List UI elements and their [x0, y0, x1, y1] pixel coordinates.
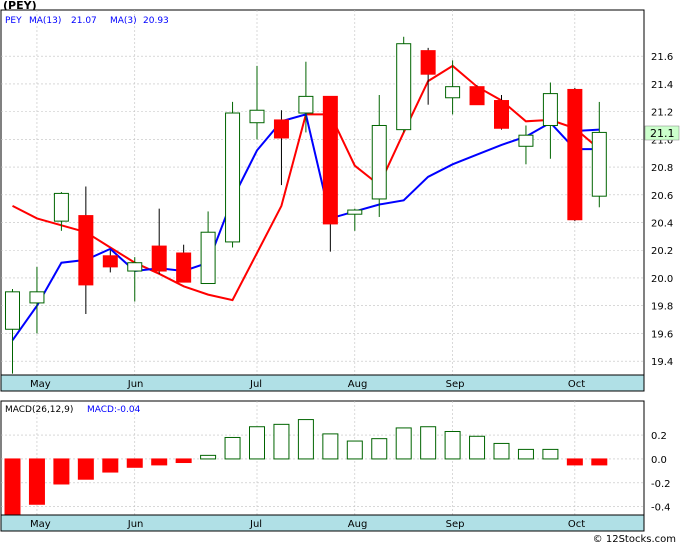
macd-bar — [4, 458, 21, 517]
ma3-label: MA(3) — [110, 16, 137, 26]
price-panel — [0, 9, 645, 392]
ma13-value: 21.07 — [71, 16, 97, 26]
candle-body — [469, 86, 485, 106]
candle-body — [371, 124, 387, 200]
macd-bar — [200, 454, 217, 460]
candle-body — [518, 134, 534, 147]
copyright-text: © 12Stocks.com — [593, 534, 676, 545]
price-y-tick-label: 20.6 — [651, 191, 673, 202]
price-month-label: May — [30, 379, 51, 390]
candle-body — [542, 93, 558, 126]
candle-body — [200, 231, 216, 285]
macd-bar — [420, 426, 437, 460]
macd-month-label: Sep — [446, 519, 465, 530]
candle-body — [176, 252, 192, 283]
macd-month-label: May — [30, 519, 51, 530]
candle-body — [29, 291, 45, 304]
macd-bar — [322, 433, 339, 460]
candle-body — [102, 255, 118, 268]
candle-body — [396, 43, 412, 131]
macd-bar — [224, 436, 241, 460]
price-y-tick-label: 19.6 — [651, 329, 673, 340]
price-month-label: Oct — [568, 379, 585, 390]
last-price-tag: 21.1 — [650, 127, 675, 140]
candle-body — [322, 95, 338, 225]
macd-bar — [249, 426, 265, 460]
macd-label: MACD(26,12,9) — [5, 405, 73, 415]
macd-panel — [0, 400, 645, 532]
candle-body — [127, 262, 143, 272]
macd-month-label: Oct — [568, 519, 585, 530]
macd-bar — [175, 458, 192, 464]
price-month-label: Sep — [446, 379, 465, 390]
macd-month-label: Jul — [249, 519, 262, 530]
macd-bar — [591, 458, 608, 466]
macd-bar — [297, 419, 314, 460]
price-y-tick-label: 20.2 — [651, 246, 673, 257]
macd-bar — [542, 448, 559, 460]
macd-bar — [28, 458, 45, 505]
macd-bar — [566, 458, 583, 466]
candle-body — [445, 86, 461, 99]
price-y-tick-label: 20.0 — [651, 274, 673, 285]
macd-bar — [444, 431, 461, 460]
candle-body — [347, 209, 363, 215]
price-y-tick-label: 21.2 — [651, 108, 673, 119]
macd-month-label: Aug — [348, 519, 368, 530]
ma13-label: MA(13) — [29, 16, 61, 26]
last-price-tag-group: 21.1 — [644, 125, 680, 141]
macd-y-tick-label: -0.2 — [651, 479, 671, 490]
macd-bar — [77, 458, 94, 480]
macd-bar — [53, 458, 70, 485]
candle-body — [567, 88, 583, 221]
candle-body — [591, 131, 607, 197]
candle-body — [249, 109, 265, 124]
candle-body — [298, 95, 314, 114]
price-y-tick-label: 21.6 — [651, 52, 673, 63]
price-month-label: Aug — [348, 379, 368, 390]
macd-y-axis: -0.4 -0.2 0.0 0.2 — [651, 431, 671, 514]
price-y-tick-label: 20.8 — [651, 163, 673, 174]
candle-body — [151, 245, 167, 272]
price-y-tick-label: 21.4 — [651, 80, 673, 91]
candle-body — [420, 50, 436, 75]
macd-bar — [126, 458, 143, 468]
price-month-label: Jun — [127, 379, 144, 390]
candle-body — [494, 100, 509, 129]
macd-bar — [371, 438, 388, 460]
macd-value: MACD:-0.04 — [87, 405, 141, 415]
candle-body — [78, 215, 94, 286]
chart-title: (PEY) — [3, 0, 37, 12]
macd-bar — [469, 435, 486, 460]
price-month-label: Jul — [249, 379, 262, 390]
price-month-band — [0, 374, 645, 392]
price-y-tick-label: 19.8 — [651, 302, 673, 313]
macd-bar — [102, 458, 119, 473]
price-y-axis: 19.419.619.820.020.220.420.620.821.021.2… — [651, 52, 673, 368]
price-y-tick-label: 20.4 — [651, 219, 673, 230]
symbol-label: PEY — [5, 16, 22, 26]
macd-y-tick-label: 0.2 — [651, 431, 667, 442]
chart-stage: 19.4 19.6 19.8 20.0 20.2 20.4 20.6 20.8 21.0 21.2… — [0, 0, 680, 546]
macd-bar — [346, 440, 363, 460]
candle-body — [5, 291, 20, 330]
macd-month-label: Jun — [127, 519, 144, 530]
macd-bar — [273, 423, 290, 460]
candle-body — [225, 112, 241, 243]
price-y-tick-label: 19.4 — [651, 357, 673, 368]
macd-month-band — [0, 514, 645, 532]
candle-body — [273, 119, 289, 139]
candle-body — [53, 192, 69, 222]
ma3-value: 20.93 — [143, 16, 169, 26]
macd-bar — [151, 458, 168, 466]
macd-y-tick-label: 0.0 — [651, 455, 667, 466]
macd-bar — [395, 427, 412, 460]
macd-y-tick-label: -0.4 — [651, 503, 671, 514]
macd-bar — [493, 442, 510, 460]
stock-chart: 19.419.619.820.020.220.420.620.821.021.2… — [0, 0, 680, 545]
macd-bar — [517, 448, 534, 460]
